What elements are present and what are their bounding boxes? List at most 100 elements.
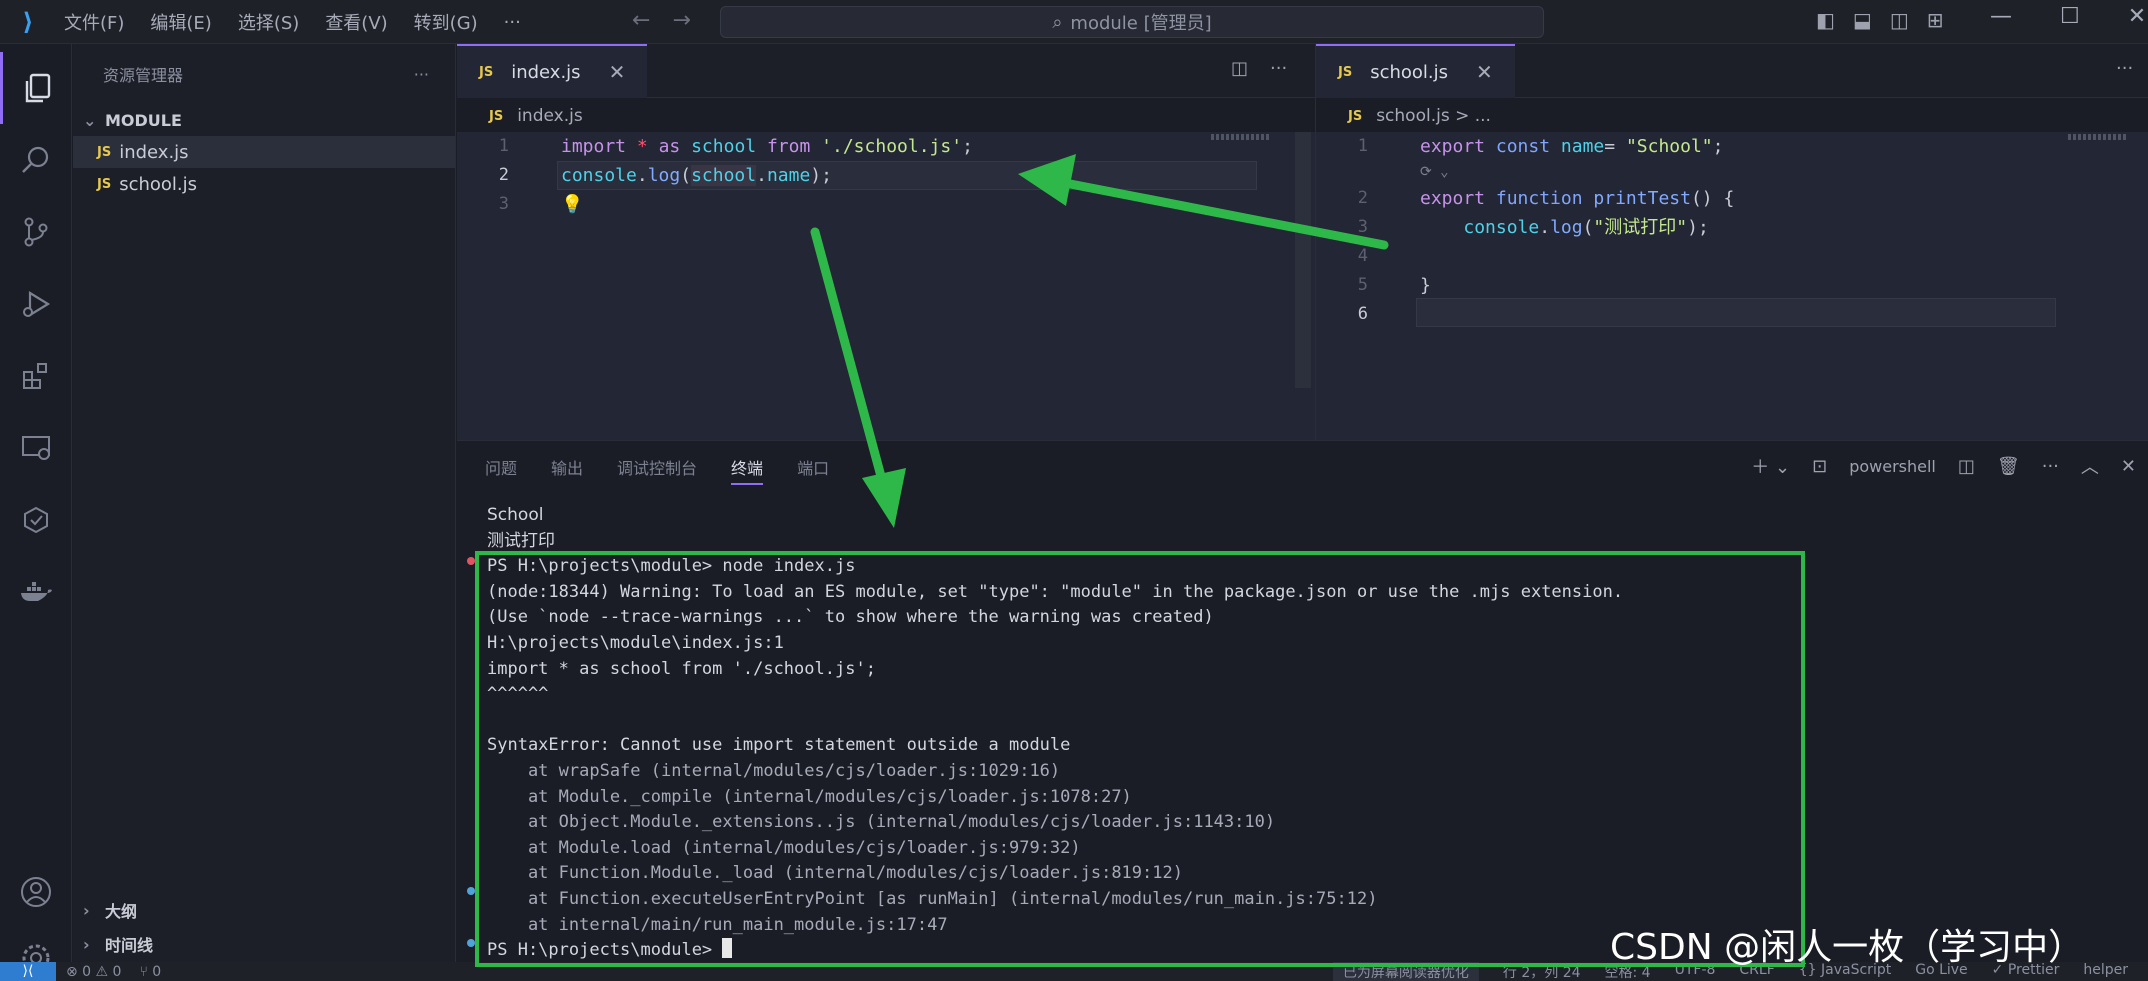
panel-tabs: 问题 输出 调试控制台 终端 端口 [485,455,829,485]
close-window-icon[interactable]: ✕ [2128,4,2146,29]
close-icon[interactable]: ✕ [609,60,626,84]
remote-explorer-icon[interactable] [0,412,72,484]
editor-more-icon[interactable]: ··· [2116,58,2133,79]
helper-status[interactable]: helper [2083,962,2128,981]
minimap[interactable] [1211,134,1271,140]
tab-label: index.js [511,61,581,83]
split-terminal-icon[interactable]: ◫ [1958,456,1975,477]
codelens-line[interactable]: ⟳ ⌄ [1420,161,1734,184]
js-file-icon: JS [489,108,504,124]
explorer-icon[interactable] [0,52,72,124]
code-area[interactable]: import * as school from './school.js'; c… [561,132,973,219]
command-dot-icon[interactable] [467,939,475,947]
forward-arrow-icon[interactable]: → [672,8,690,33]
menu-edit[interactable]: 编辑(E) [150,9,211,35]
maximize-panel-icon[interactable]: ︿ [2081,453,2099,479]
status-left: ⊗ 0 ⚠ 0 ⑂ 0 [66,964,161,980]
editor-more-icon[interactable]: ··· [1270,58,1287,79]
command-error-dot-icon[interactable] [467,557,475,565]
customize-layout-icon[interactable]: ⊞ [1927,8,1944,32]
tab-index-js[interactable]: JS index.js ✕ [457,44,648,98]
vscode-logo-icon: ⟩ [22,8,34,36]
minimize-icon[interactable]: — [1990,4,2012,29]
code-line: 💡 [561,190,973,219]
panel-more-icon[interactable]: ··· [2042,456,2059,477]
maximize-icon[interactable]: ☐ [2060,4,2080,29]
file-label: index.js [119,141,189,163]
layout-controls: ◧ ⬓ ◫ ⊞ [1816,8,1943,32]
close-panel-icon[interactable]: ✕ [2121,456,2136,477]
menu-bar: 文件(F) 编辑(E) 选择(S) 查看(V) 转到(G) ··· [64,0,521,44]
tab-school-js[interactable]: JS school.js ✕ [1316,44,1515,98]
docker-icon[interactable] [0,556,72,628]
sidebar-more-button[interactable]: ··· [414,65,429,84]
chevron-right-icon: › [83,934,90,954]
js-file-icon: JS [479,64,494,80]
left-tab-strip: JS index.js ✕ ◫ ··· [457,44,1315,98]
tab-output[interactable]: 输出 [551,455,583,485]
chevron-down-icon: ⌄ [83,110,97,130]
menu-file[interactable]: 文件(F) [64,9,124,35]
breadcrumb-file[interactable]: school.js > ... [1376,106,1491,126]
line-number: 3 [1357,217,1368,237]
remote-indicator-icon[interactable]: ⟩⟨ [0,962,56,981]
right-editor-actions: ··· [2116,58,2133,79]
menu-more[interactable]: ··· [504,12,521,33]
code-area[interactable]: export const name= "School"; ⟳ ⌄ export … [1420,132,1734,329]
toggle-sidebar-icon[interactable]: ◧ [1816,8,1835,32]
search-view-icon[interactable] [0,124,72,196]
back-arrow-icon[interactable]: ← [632,8,650,33]
tab-ports[interactable]: 端口 [797,455,829,485]
line-number-gutter: 1 2 3 4 5 6 [1316,132,1400,329]
command-center-search[interactable]: ⌕ module [管理员] [720,6,1544,38]
tab-problems[interactable]: 问题 [485,455,517,485]
lightbulb-icon[interactable]: 💡 [561,194,583,215]
close-icon[interactable]: ✕ [1476,60,1493,84]
line-number: 6 [1357,304,1368,324]
source-control-icon[interactable] [0,196,72,268]
terminal-shell-icon: ⊡ [1812,455,1828,477]
left-editor-actions: ◫ ··· [1231,58,1287,79]
outline-label: 大纲 [105,902,138,921]
command-center-label: module [管理员] [1070,13,1212,34]
code-line: } [1420,275,1431,296]
ports-status[interactable]: ⑂ 0 [139,964,161,980]
toggle-panel-icon[interactable]: ⬓ [1853,8,1872,32]
run-debug-icon[interactable] [0,268,72,340]
timeline-section[interactable]: › 时间线 [73,928,456,960]
menu-selection[interactable]: 选择(S) [238,9,299,35]
file-school-js[interactable]: JS school.js [73,168,455,200]
editor-index-js[interactable]: 1 2 3 import * as school from './school.… [457,132,1315,440]
tab-label: school.js [1370,61,1449,83]
testing-icon[interactable] [0,484,72,556]
new-terminal-icon[interactable]: ＋ ⌄ [1751,453,1790,479]
chevron-right-icon: › [83,900,90,920]
account-icon[interactable] [0,856,72,928]
annotation-highlight-box [475,551,1805,967]
code-line: export const name= "School"; [1420,136,1724,157]
problems-status[interactable]: ⊗ 0 ⚠ 0 [66,964,121,980]
shell-name[interactable]: powershell [1849,457,1936,476]
split-editor-icon[interactable]: ◫ [1231,58,1248,79]
tab-terminal[interactable]: 终端 [731,455,764,485]
editor-scrollbar[interactable] [1295,132,1311,388]
tab-debug-console[interactable]: 调试控制台 [617,455,697,485]
menu-view[interactable]: 查看(V) [325,9,387,35]
breadcrumb-file[interactable]: index.js [517,106,583,126]
folder-module[interactable]: ⌄ MODULE [73,104,455,136]
js-file-icon: JS [1348,108,1363,124]
outline-section[interactable]: › 大纲 [73,894,456,926]
js-file-icon: JS [1338,64,1353,80]
trash-icon[interactable]: 🗑 [1997,456,2020,477]
command-dot-icon[interactable] [467,887,475,895]
editor-school-js[interactable]: 1 2 3 4 5 6 export const name= "School";… [1316,132,2148,440]
minimap[interactable] [2068,134,2128,140]
file-index-js[interactable]: JS index.js [73,136,455,168]
js-file-icon: JS [97,144,112,160]
toggle-secondary-sidebar-icon[interactable]: ◫ [1890,8,1909,32]
extensions-icon[interactable] [0,340,72,412]
line-number: 2 [1357,188,1368,208]
menu-goto[interactable]: 转到(G) [414,9,478,35]
